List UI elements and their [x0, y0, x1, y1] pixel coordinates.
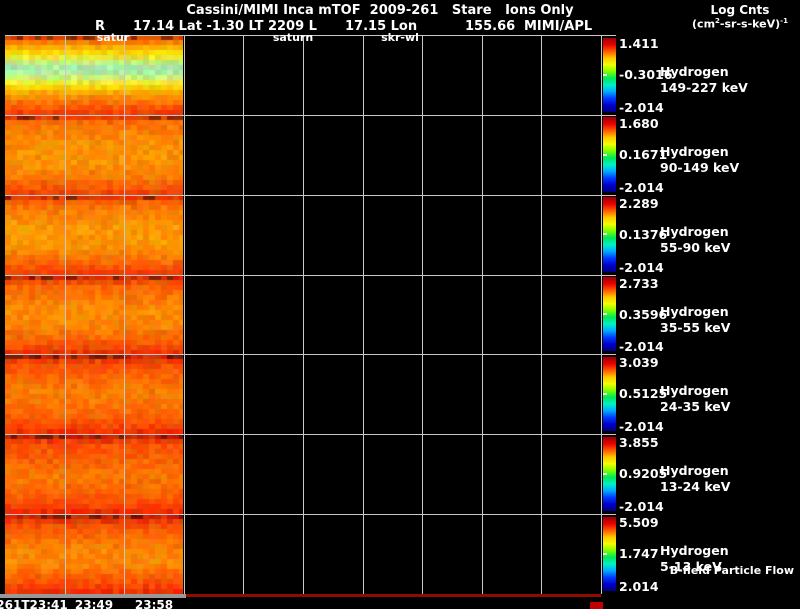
grid-line-vertical — [482, 35, 483, 594]
colorbar — [603, 277, 616, 351]
colorbar-mid-tick — [603, 393, 607, 395]
time-tick-label: 23:58 — [135, 598, 173, 609]
energy-range-label: 55-90 keV — [660, 240, 730, 256]
channel-label: Hydrogen90-149 keV — [660, 144, 739, 176]
energy-range-label: 35-55 keV — [660, 320, 730, 336]
colorbar-max-label: 2.733 — [619, 276, 659, 291]
colorbar-min-label: -2.014 — [619, 339, 664, 354]
colorbar-min-label: -2.014 — [619, 260, 664, 275]
annotation-label: saturn — [273, 31, 313, 44]
units-exponent-2: -1 — [780, 17, 788, 25]
colorbar-max-label: 3.039 — [619, 355, 659, 370]
grid-line-vertical — [184, 35, 185, 594]
units-pre: (cm — [692, 18, 715, 31]
colorbar-units-formula: (cm2-sr-s-keV)-1 — [680, 17, 800, 31]
grid-line-horizontal — [5, 195, 616, 196]
colorbar-min-label: -2.014 — [619, 419, 664, 434]
spectrogram-data — [5, 35, 183, 115]
channel-label: Hydrogen35-55 keV — [660, 304, 730, 336]
energy-range-label: 13-24 keV — [660, 479, 730, 495]
colorbar-mid-label: 1.747 — [619, 546, 659, 561]
grid-line-vertical — [124, 35, 125, 594]
grid-line-vertical — [65, 35, 66, 594]
species-label: Hydrogen — [660, 543, 729, 559]
species-label: Hydrogen — [660, 463, 730, 479]
time-tick-label: 23:49 — [75, 598, 113, 609]
species-label: Hydrogen — [660, 383, 730, 399]
grid-line-horizontal — [5, 514, 616, 515]
colorbar-max-label: 3.855 — [619, 435, 659, 450]
spectrogram-data — [5, 275, 183, 355]
colorbar-mid-tick — [603, 154, 607, 156]
spectrogram-data — [5, 195, 183, 275]
energy-range-label: 90-149 keV — [660, 160, 739, 176]
species-label: Hydrogen — [660, 64, 748, 80]
corner-marker — [590, 602, 603, 609]
annotation-label: satur — [97, 31, 129, 44]
grid-line-horizontal — [5, 115, 616, 116]
spectrogram-data — [5, 514, 183, 594]
species-label: Hydrogen — [660, 144, 739, 160]
colorbar-mid-tick — [603, 74, 607, 76]
colorbar-min-label: -2.014 — [619, 100, 664, 115]
colorbar — [603, 517, 616, 591]
spectrogram-data — [5, 354, 183, 434]
species-label: Hydrogen — [660, 224, 730, 240]
colorbar-max-label: 1.680 — [619, 116, 659, 131]
colorbar-max-label: 1.411 — [619, 36, 659, 51]
annotation-label: skr-wl — [381, 31, 419, 44]
colorbar-max-label: 5.509 — [619, 515, 659, 530]
time-tick-label: 261T23:41 — [0, 598, 68, 609]
energy-range-label: 149-227 keV — [660, 80, 748, 96]
colorbar-min-label: -2.014 — [619, 180, 664, 195]
colorbar-units-title: Log Cnts — [695, 3, 785, 17]
units-mid: -sr-s-keV) — [720, 18, 780, 31]
channel-label: Hydrogen13-24 keV — [660, 463, 730, 495]
spectrogram-screen: Cassini/MIMI Inca mTOF 2009-261 Stare Io… — [0, 0, 800, 609]
colorbar-min-label: -2.014 — [619, 499, 664, 514]
colorbar-mid-tick — [603, 233, 607, 235]
colorbar — [603, 117, 616, 191]
grid-line-vertical — [422, 35, 423, 594]
channel-label: Hydrogen24-35 keV — [660, 383, 730, 415]
colorbar-mid-tick — [603, 553, 607, 555]
colorbar — [603, 357, 616, 431]
colorbar — [603, 38, 616, 112]
species-label: Hydrogen — [660, 304, 730, 320]
grid-line-vertical — [541, 35, 542, 594]
bfield-flow-label: B-field Particle Flow — [654, 564, 794, 577]
spectrogram-data — [5, 434, 183, 514]
grid-line-vertical — [243, 35, 244, 594]
colorbar-mid-tick — [603, 473, 607, 475]
grid-line-horizontal — [5, 354, 616, 355]
colorbar — [603, 197, 616, 271]
colorbar-min-label: 2.014 — [619, 579, 659, 594]
colorbar-max-label: 2.289 — [619, 196, 659, 211]
colorbar-mid-tick — [603, 313, 607, 315]
energy-range-label: 24-35 keV — [660, 399, 730, 415]
spectrogram-data — [5, 115, 183, 195]
ephemeris-lon-value: 155.66 — [465, 19, 515, 34]
grid-line-horizontal — [5, 275, 616, 276]
instrument-label: MIMI/APL — [524, 19, 592, 34]
grid-line-horizontal — [5, 434, 616, 435]
grid-line-vertical — [363, 35, 364, 594]
colorbar — [603, 437, 616, 511]
channel-label: Hydrogen149-227 keV — [660, 64, 748, 96]
grid-line-vertical — [601, 35, 602, 594]
grid-line-vertical — [303, 35, 304, 594]
channel-label: Hydrogen55-90 keV — [660, 224, 730, 256]
page-title: Cassini/MIMI Inca mTOF 2009-261 Stare Io… — [150, 3, 610, 18]
